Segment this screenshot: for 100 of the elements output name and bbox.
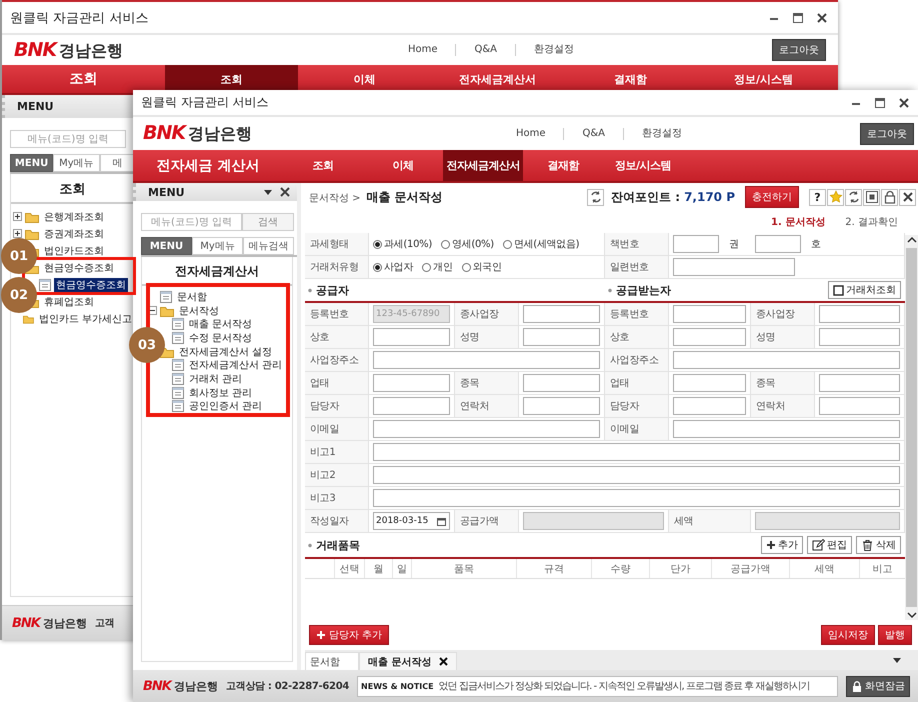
nav-tab[interactable]: 정보/시스템 [603, 150, 683, 181]
input-field[interactable] [373, 466, 900, 484]
tree-item[interactable]: 법인카드조회 [42, 244, 106, 258]
radio-option[interactable]: 영세(0%) [440, 237, 494, 251]
input-field[interactable] [523, 305, 600, 323]
menu-tab[interactable]: My메뉴 [192, 237, 243, 255]
add-button[interactable]: 추가 [761, 536, 803, 554]
tree-item[interactable]: 거래처 관리 [187, 372, 244, 386]
logout-button[interactable]: 로그아웃 [860, 122, 914, 144]
action-button[interactable]: 임시저장 [821, 625, 875, 645]
header-link[interactable]: 환경설정 [623, 128, 700, 140]
input-field[interactable] [373, 374, 450, 392]
input-field[interactable] [819, 328, 900, 346]
tree-item[interactable]: 법인카드 부가세신고 [36, 312, 134, 326]
breadcrumb-link[interactable]: 문서작성 > [309, 190, 361, 204]
lock-button[interactable] [881, 188, 898, 206]
refresh-button[interactable] [845, 188, 862, 206]
nav-tab[interactable]: 결재함 [564, 65, 697, 93]
action-button[interactable]: 발행 [878, 625, 912, 645]
input-field[interactable] [373, 443, 900, 461]
tree-item[interactable]: 현금영수증조회 [54, 278, 128, 292]
delete-button[interactable]: 삭제 [856, 536, 901, 554]
input-field[interactable] [673, 235, 719, 253]
header-link[interactable]: Q&A [455, 44, 515, 56]
document-tab[interactable]: 매출 문서작성 [359, 652, 458, 670]
date-field[interactable]: 2018-03-15 [373, 512, 450, 530]
input-field[interactable] [373, 328, 450, 346]
charge-button[interactable]: 충전하기 [745, 186, 799, 208]
radio-option[interactable]: 사업자 [373, 260, 414, 274]
input-field[interactable] [673, 397, 746, 415]
input-field[interactable] [373, 420, 600, 438]
input-field[interactable] [755, 235, 801, 253]
header-link[interactable]: Home [390, 44, 456, 56]
menu-tab[interactable]: MENU [141, 237, 192, 255]
tree-item[interactable]: 증권계좌조회 [42, 226, 106, 240]
search-field[interactable]: 메뉴(코드)명 입력 [141, 213, 242, 231]
header-link[interactable]: Q&A [563, 128, 623, 140]
tree-item[interactable]: 휴폐업조회 [42, 294, 96, 308]
input-field[interactable] [673, 258, 795, 276]
menu-tab[interactable]: My메뉴 [53, 154, 100, 172]
search-field[interactable]: 메뉴(코드)명 입력 [10, 130, 126, 148]
window-button[interactable] [863, 188, 880, 206]
menu-tab[interactable]: 메뉴검색 [243, 237, 294, 255]
scrollbar[interactable] [905, 235, 918, 620]
caret-down-icon[interactable] [263, 188, 273, 196]
input-field[interactable] [673, 374, 746, 392]
input-field[interactable] [523, 374, 600, 392]
nav-tab[interactable]: 정보/시스템 [697, 65, 830, 93]
caret-down-icon[interactable] [892, 656, 902, 664]
tree-item[interactable]: 공인인증서 관리 [187, 399, 264, 414]
close-button[interactable] [899, 188, 916, 206]
calendar-icon[interactable] [436, 516, 447, 527]
tree-item[interactable]: 매출 문서작성 [187, 317, 254, 332]
input-field[interactable] [673, 351, 900, 369]
tree-item[interactable]: 은행계좌조회 [42, 210, 106, 224]
close-icon[interactable] [279, 186, 291, 198]
nav-tab[interactable]: 결재함 [523, 150, 603, 181]
radio-option[interactable]: 면세(세액없음) [502, 237, 580, 251]
header-link[interactable]: Home [498, 128, 564, 140]
input-field[interactable] [819, 374, 900, 392]
input-field[interactable] [523, 328, 600, 346]
input-field[interactable] [673, 420, 900, 438]
nav-tab[interactable]: 이체 [363, 150, 443, 181]
refresh-button[interactable] [587, 188, 604, 206]
input-field[interactable] [523, 397, 600, 415]
screen-lock-button[interactable]: 화면잠금 [846, 676, 910, 696]
close-icon[interactable] [439, 657, 448, 666]
expand-icon[interactable] [13, 229, 22, 238]
maximize-icon[interactable] [874, 96, 886, 108]
tree-item[interactable]: 문서함 [175, 290, 209, 304]
radio-option[interactable]: 외국인 [462, 260, 502, 274]
add-manager-button[interactable]: 담당자 추가 [309, 625, 390, 645]
tree-item[interactable]: 전자세금계산서 설정 [177, 344, 274, 359]
input-field[interactable] [673, 305, 746, 323]
tree-item[interactable]: 수정 문서작성 [187, 330, 254, 345]
nav-tab[interactable]: 조회 [283, 150, 363, 181]
header-link[interactable]: 환경설정 [515, 44, 592, 56]
input-field[interactable] [373, 351, 600, 369]
input-field[interactable] [819, 397, 900, 415]
lookup-button[interactable]: 거래처조회 [828, 281, 901, 299]
menu-tab[interactable]: MENU [10, 154, 54, 172]
tree-item[interactable]: 회사정보 관리 [187, 386, 254, 400]
input-field[interactable] [373, 397, 450, 415]
nav-tab[interactable]: 전자세금계산서 [431, 65, 564, 93]
maximize-icon[interactable] [792, 12, 804, 24]
input-field[interactable] [819, 305, 900, 323]
nav-tab[interactable]: 이체 [298, 65, 431, 93]
menu-tab[interactable]: 메 [100, 154, 135, 172]
nav-tab[interactable]: 전자세금계산서 [443, 150, 523, 181]
input-field[interactable] [373, 489, 900, 507]
close-icon[interactable] [816, 12, 828, 24]
document-tab[interactable]: 문서함 [305, 652, 359, 670]
close-icon[interactable] [898, 96, 910, 108]
expand-icon[interactable] [13, 212, 22, 221]
logout-button[interactable]: 로그아웃 [772, 39, 826, 61]
tree-item[interactable]: 전자세금계산서 관리 [187, 358, 284, 372]
tree-item[interactable]: 현금영수증조회 [42, 260, 116, 274]
radio-option[interactable]: 과세(10%) [373, 237, 432, 251]
radio-option[interactable]: 개인 [422, 260, 453, 274]
tree-item[interactable]: 문서작성 [177, 304, 221, 318]
